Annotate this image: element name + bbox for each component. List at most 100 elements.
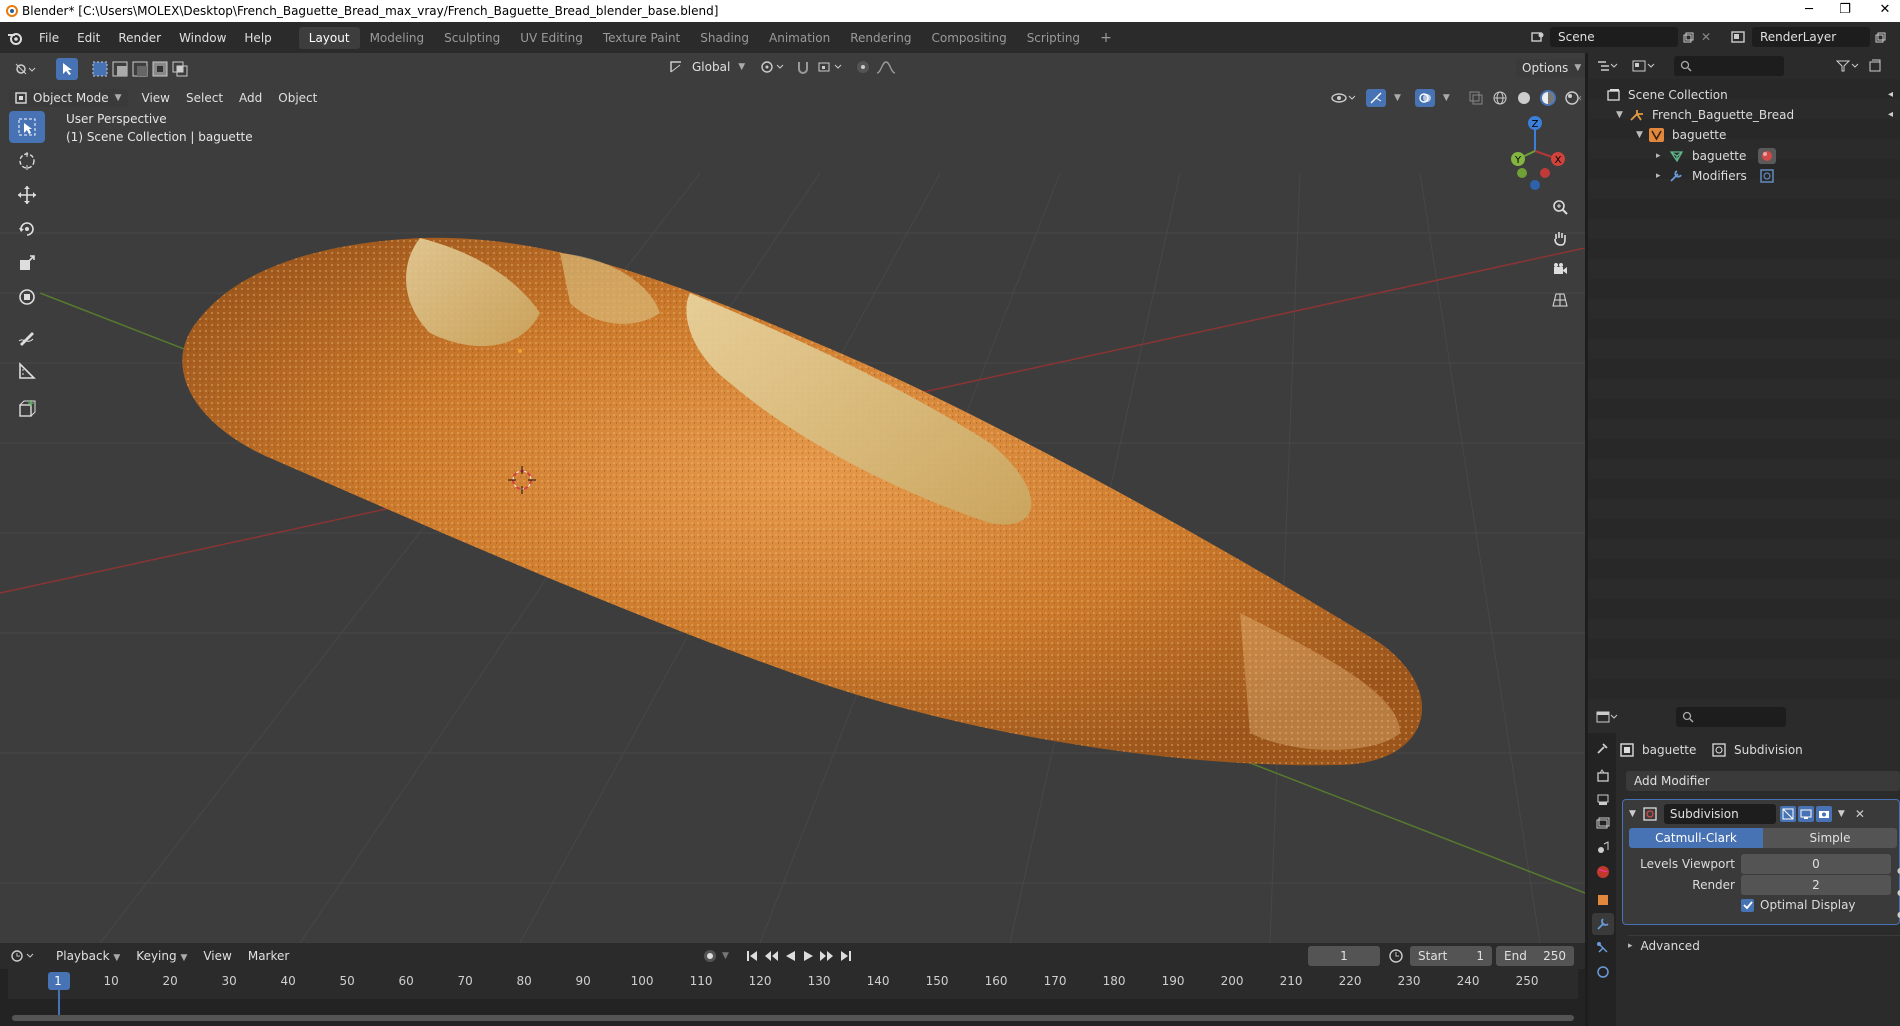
scene-copy-icon[interactable] [1678,27,1698,47]
navigation-gizmo[interactable]: Z X Y [1500,111,1570,191]
render-levels-field[interactable]: 2 [1741,875,1891,895]
solid-shading-icon[interactable] [1516,90,1532,106]
zoom-icon[interactable] [1546,193,1574,221]
optimal-display-checkbox[interactable]: Optimal Display [1741,898,1856,912]
output-tab-icon[interactable] [1592,789,1614,811]
workspace-tab-compositing[interactable]: Compositing [921,27,1016,49]
baguette-object[interactable] [182,237,1423,766]
preview-range-clock-icon[interactable] [1388,948,1404,964]
render-tab-icon[interactable] [1592,765,1614,787]
outliner-row-scene-collection[interactable]: Scene Collection [1606,85,1728,105]
marker-menu[interactable]: Marker [240,949,297,963]
sidebar-toggle-icon[interactable]: ‹ [1578,93,1582,104]
menu-add[interactable]: Add [231,91,270,105]
menu-window[interactable]: Window [170,31,235,45]
scene-name-field[interactable]: Scene [1550,27,1678,47]
editor-type-icon[interactable] [8,60,42,78]
keying-menu[interactable]: Keying ▼ [128,949,195,963]
select-box-tool-icon[interactable] [56,58,78,80]
menu-file[interactable]: File [30,31,68,45]
material-sphere-icon[interactable] [1758,148,1776,164]
jump-end-icon[interactable] [839,949,853,963]
camera-view-icon[interactable] [1546,255,1574,283]
outliner-row-modifiers[interactable]: ▸ Modifiers [1656,166,1776,186]
catmull-clark-option[interactable]: Catmull-Clark [1629,828,1763,848]
transform-orientation-dropdown[interactable]: Global [684,60,738,74]
outliner-row-baguette-mesh[interactable]: ▸ baguette [1656,146,1776,166]
render-layer-copy-icon[interactable] [1870,27,1890,47]
add-cube-tool[interactable] [9,393,45,425]
start-frame-field[interactable]: Start 1 [1410,946,1492,966]
xray-toggle-icon[interactable] [1468,90,1484,106]
render-layer-field[interactable]: RenderLayer [1752,27,1870,47]
timeline-view-menu[interactable]: View [195,949,239,963]
scene-remove-icon[interactable]: ✕ [1698,30,1714,44]
viewport-toggle-icon[interactable] [1797,806,1814,822]
proportional-editing-icon[interactable] [855,59,871,75]
jump-keyframe-back-icon[interactable] [763,949,779,963]
menu-object[interactable]: Object [270,91,325,105]
menu-help[interactable]: Help [235,31,280,45]
display-mode-icon[interactable] [1632,59,1658,73]
view-layer-tab-icon[interactable] [1592,813,1614,835]
transform-orientation-icon[interactable] [668,59,684,75]
outliner-row-french-baguette-bread[interactable]: ▼ French_Baguette_Bread [1616,105,1794,125]
workspace-tab-sculpting[interactable]: Sculpting [434,27,510,49]
perspective-toggle-icon[interactable] [1546,286,1574,314]
rotate-tool[interactable] [9,213,45,245]
annotate-tool[interactable] [9,321,45,353]
view-layer-browse-icon[interactable] [1724,27,1752,47]
blender-menu-icon[interactable] [0,31,30,45]
advanced-subpanel[interactable]: ▸ Advanced [1628,935,1900,955]
pan-hand-icon[interactable] [1546,224,1574,252]
timeline-scrollbar[interactable] [12,1015,1574,1021]
menu-edit[interactable]: Edit [68,31,109,45]
close-button[interactable]: ✕ [1862,0,1900,22]
jump-keyframe-forward-icon[interactable] [819,949,835,963]
object-tab-icon[interactable] [1592,889,1614,911]
selection-mode-group[interactable] [92,61,188,77]
overlays-dropdown-icon[interactable]: ▼ [1443,93,1450,103]
overlays-toggle-icon[interactable] [1414,89,1435,107]
end-frame-field[interactable]: End 250 [1496,946,1574,966]
properties-editor-type-icon[interactable] [1596,710,1620,724]
auto-keying-record-icon[interactable] [702,948,718,964]
levels-viewport-field[interactable]: 0 [1741,854,1891,874]
expand-down-icon[interactable]: ▼ [1636,130,1648,140]
expand-right-icon[interactable]: ▸ [1656,171,1668,181]
timeline-ruler[interactable]: 1 10 20 30 40 50 60 70 80 90 100 110 120 130 140 150 160… [0,969,1585,1026]
menu-render[interactable]: Render [109,31,170,45]
world-tab-icon[interactable] [1592,861,1614,883]
modifier-tab-icon[interactable] [1592,913,1614,935]
properties-search-input[interactable] [1676,707,1786,727]
gizmo-dropdown-icon[interactable]: ▼ [1394,93,1401,103]
checkbox-checked-icon[interactable] [1741,898,1754,912]
keying-dropdown-icon[interactable]: ▼ [722,951,729,961]
outliner-visibility-column[interactable]: ◂ ◂ [1888,85,1893,125]
options-dropdown[interactable]: Options ▼ [1516,59,1585,77]
workspace-tab-layout[interactable]: Layout [298,26,360,49]
collapse-icon[interactable]: ▼ [1629,809,1636,819]
menu-view[interactable]: View [134,91,178,105]
measure-tool[interactable] [9,355,45,387]
outliner-editor-type-icon[interactable] [1596,59,1620,73]
transform-tool[interactable] [9,281,45,313]
gizmo-toggle-icon[interactable] [1366,89,1386,107]
timeline-editor-type-icon[interactable] [10,949,38,963]
play-reverse-icon[interactable] [783,949,797,963]
add-workspace-button[interactable]: + [1090,26,1122,50]
visibility-eye-icon[interactable] [1330,90,1358,106]
tool-tab-icon[interactable] [1592,737,1614,759]
current-frame-field[interactable]: 1 [1308,946,1380,966]
workspace-tab-texture-paint[interactable]: Texture Paint [593,27,690,49]
filter-icon[interactable] [1836,59,1862,73]
expand-right-icon[interactable]: ▸ [1628,941,1633,951]
simple-option[interactable]: Simple [1763,828,1897,848]
snap-icon[interactable] [795,59,811,75]
outliner-search-input[interactable] [1674,56,1784,76]
render-toggle-icon[interactable] [1815,806,1832,822]
move-tool[interactable] [9,179,45,211]
jump-start-icon[interactable] [745,949,759,963]
edit-mode-toggle-icon[interactable] [1779,806,1796,822]
new-collection-icon[interactable] [1868,59,1882,73]
